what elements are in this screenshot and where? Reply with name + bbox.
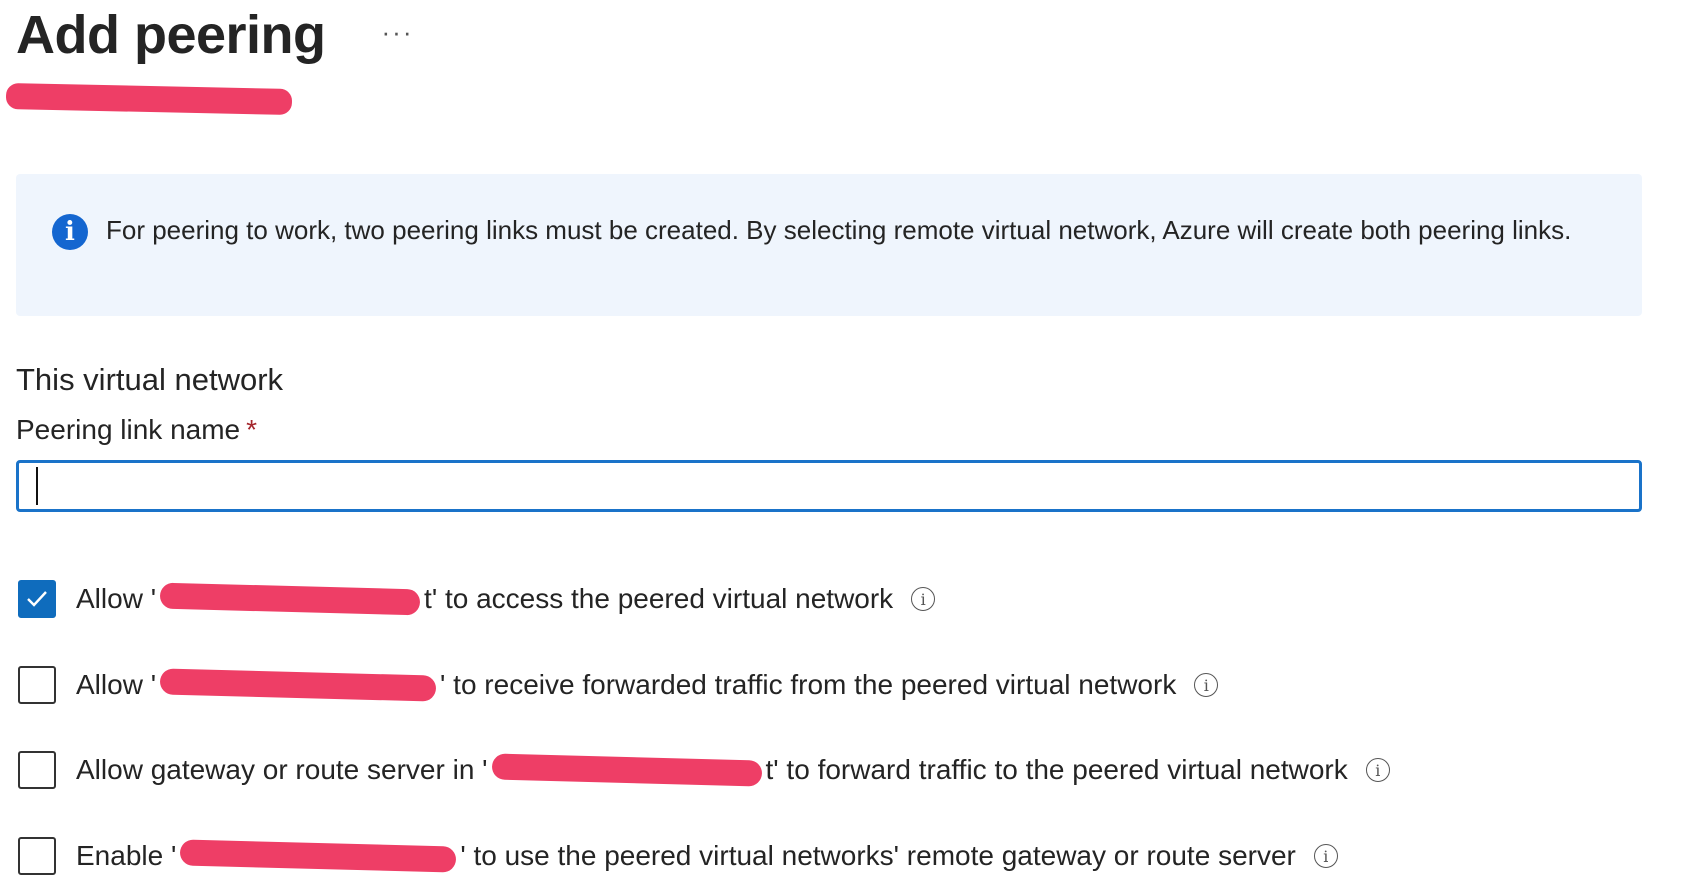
option-suffix: t' to forward traffic to the peered virt… [765,754,1348,785]
page-header: Add peering ··· [16,4,414,66]
peering-link-name-input[interactable] [16,460,1642,512]
use-remote-gateway-checkbox[interactable] [18,837,56,875]
option-suffix: t' to access the peered virtual network [424,583,894,614]
option-prefix: Allow ' [76,583,157,614]
allow-forwarded-traffic-checkbox[interactable] [18,666,56,704]
option-allow-gateway[interactable]: Allow gateway or route server in ' t' to … [18,750,1390,790]
option-allow-access[interactable]: Allow ' t' to access the peered virtual n… [18,579,936,619]
section-title: This virtual network [16,362,284,397]
info-circle-icon[interactable]: i [911,587,936,611]
info-circle-icon[interactable]: i [1194,673,1219,697]
info-icon: i [52,214,88,250]
page-title: Add peering [16,5,326,65]
option-allow-forwarded-traffic[interactable]: Allow ' ' to receive forwarded traffic fr… [18,665,1219,705]
info-circle-icon[interactable]: i [1365,758,1390,782]
allow-gateway-checkbox[interactable] [18,751,56,789]
option-use-remote-gateway[interactable]: Enable ' ' to use the peered virtual netw… [18,836,1338,876]
allow-forwarded-traffic-label: Allow ' ' to receive forwarded traffic fr… [76,668,1177,702]
use-remote-gateway-label: Enable ' ' to use the peered virtual netw… [76,839,1296,873]
allow-gateway-label: Allow gateway or route server in ' t' to … [76,753,1348,787]
redacted-vnet-name [180,839,457,873]
more-actions-button[interactable]: ··· [382,17,414,48]
info-circle-icon[interactable]: i [1313,844,1338,868]
option-prefix: Allow gateway or route server in ' [76,754,488,785]
info-banner-text: For peering to work, two peering links m… [106,215,1572,245]
checkmark-icon [27,591,47,607]
required-asterisk: * [246,414,258,445]
option-suffix: ' to use the peered virtual networks' re… [460,840,1296,871]
redacted-vnet-name [491,753,762,787]
peering-link-name-label-text: Peering link name [16,414,241,445]
option-prefix: Allow ' [76,669,157,700]
peering-link-name-label: Peering link name * [16,414,257,446]
redacted-vnet-name [159,668,437,702]
redacted-subtitle [5,83,293,115]
option-suffix: ' to receive forwarded traffic from the … [440,669,1177,700]
allow-access-checkbox[interactable] [18,580,56,618]
allow-access-label: Allow ' t' to access the peered virtual n… [76,582,894,616]
option-prefix: Enable ' [76,840,177,871]
redacted-vnet-name [159,582,421,616]
info-banner: i For peering to work, two peering links… [16,174,1642,316]
text-cursor [36,467,38,505]
